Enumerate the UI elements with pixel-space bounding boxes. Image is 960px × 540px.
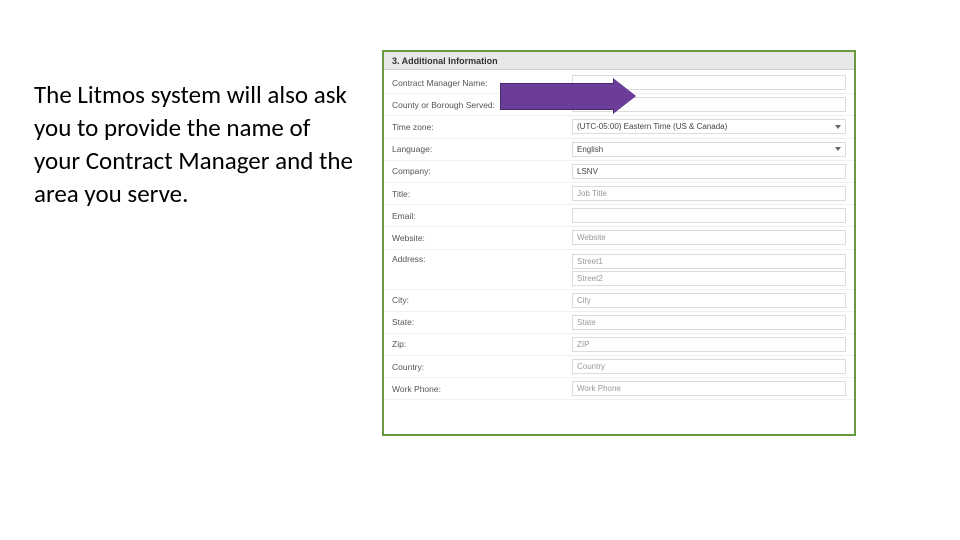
row-city: City: City [384, 290, 854, 312]
label-title: Title: [392, 189, 572, 199]
input-website[interactable]: Website [572, 230, 846, 245]
row-title: Title: Job Title [384, 183, 854, 205]
select-timezone[interactable]: (UTC-05:00) Eastern Time (US & Canada) [572, 119, 846, 134]
input-state[interactable]: State [572, 315, 846, 330]
label-zip: Zip: [392, 339, 572, 349]
select-language-value: English [577, 145, 603, 154]
input-company[interactable]: LSNV [572, 164, 846, 179]
label-country: Country: [392, 362, 572, 372]
input-street2[interactable]: Street2 [572, 271, 846, 286]
form-body: Contract Manager Name: County or Borough… [384, 70, 854, 400]
row-zip: Zip: ZIP [384, 334, 854, 356]
highlight-arrow [500, 79, 640, 114]
label-language: Language: [392, 144, 572, 154]
label-timezone: Time zone: [392, 122, 572, 132]
input-city[interactable]: City [572, 293, 846, 308]
label-address: Address: [392, 254, 572, 264]
row-website: Website: Website [384, 227, 854, 249]
input-title[interactable]: Job Title [572, 186, 846, 201]
instruction-text: The Litmos system will also ask you to p… [34, 78, 354, 210]
row-email: Email: [384, 205, 854, 227]
label-website: Website: [392, 233, 572, 243]
input-zip[interactable]: ZIP [572, 337, 846, 352]
input-email[interactable] [572, 208, 846, 223]
chevron-down-icon [835, 125, 841, 129]
label-email: Email: [392, 211, 572, 221]
slide: The Litmos system will also ask you to p… [0, 0, 960, 540]
input-street1[interactable]: Street1 [572, 254, 846, 269]
row-work-phone: Work Phone: Work Phone [384, 378, 854, 400]
row-state: State: State [384, 312, 854, 334]
input-country[interactable]: Country [572, 359, 846, 374]
row-country: Country: Country [384, 356, 854, 378]
label-company: Company: [392, 166, 572, 176]
label-work-phone: Work Phone: [392, 384, 572, 394]
label-state: State: [392, 317, 572, 327]
row-language: Language: English [384, 139, 854, 161]
label-city: City: [392, 295, 572, 305]
row-timezone: Time zone: (UTC-05:00) Eastern Time (US … [384, 116, 854, 138]
chevron-down-icon [835, 147, 841, 151]
select-timezone-value: (UTC-05:00) Eastern Time (US & Canada) [577, 122, 727, 131]
select-language[interactable]: English [572, 142, 846, 157]
section-header: 3. Additional Information [384, 52, 854, 70]
input-work-phone[interactable]: Work Phone [572, 381, 846, 396]
row-company: Company: LSNV [384, 161, 854, 183]
row-address: Address: Street1 Street2 [384, 250, 854, 290]
